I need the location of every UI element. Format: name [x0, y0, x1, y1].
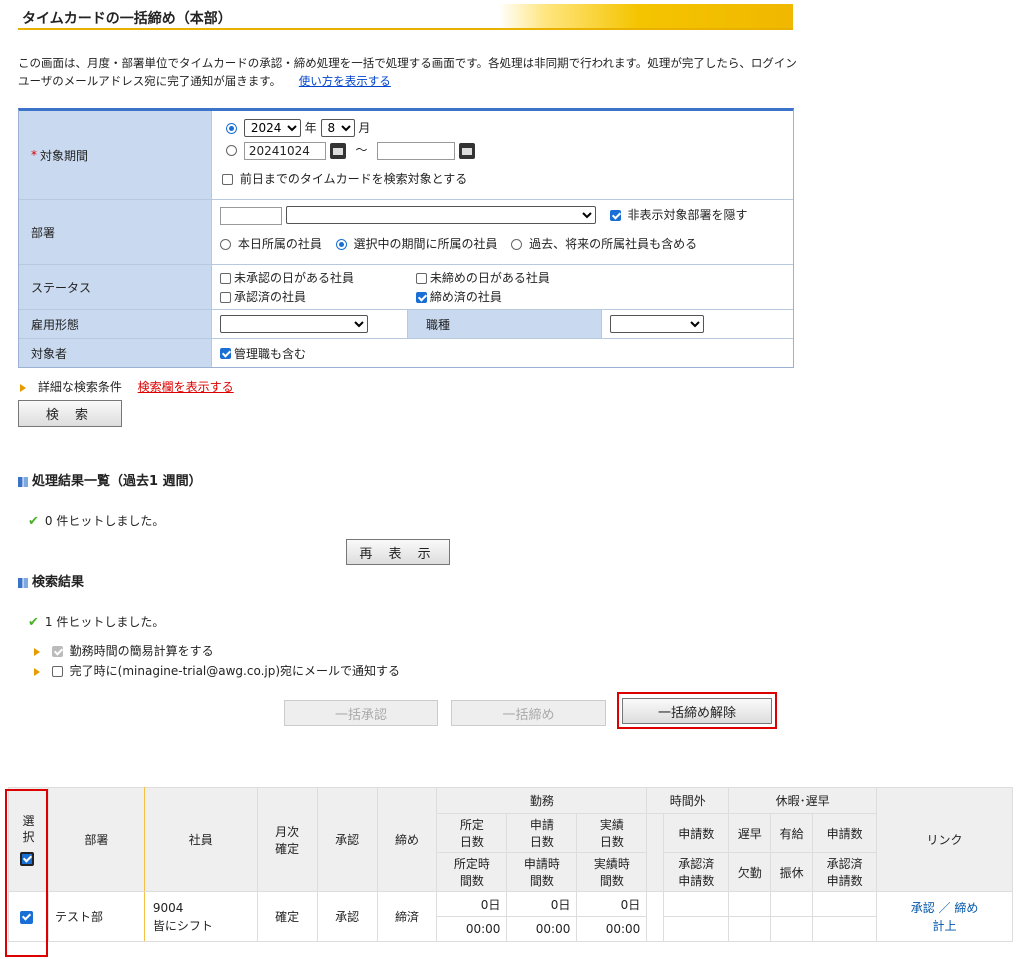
- date-from-input[interactable]: 20241024: [243, 141, 326, 160]
- status-approved-checkbox[interactable]: [220, 292, 231, 303]
- lv-approved-header: 承認済申請数: [812, 852, 878, 892]
- process-results-title: 処理結果一覧（過去1 週間）: [18, 470, 202, 489]
- bulk-unclose-button[interactable]: 一括締め解除: [622, 698, 772, 724]
- search-button[interactable]: 検 索: [18, 400, 122, 427]
- search-results-hits: ✔ 1 件ヒットしました。: [28, 615, 165, 630]
- late-header: 遅早: [728, 813, 772, 853]
- target-label: 対象者: [19, 339, 212, 367]
- process-results-hits: ✔ 0 件ヒットしました。: [28, 514, 165, 529]
- employee-header: 社員: [143, 787, 258, 892]
- section-icon: [18, 577, 28, 588]
- triangle-right-icon: [34, 667, 40, 676]
- calendar-icon[interactable]: [459, 142, 476, 159]
- substitute-header: 振休: [770, 852, 814, 892]
- year-select[interactable]: 2024: [243, 119, 301, 137]
- absence-header: 欠勤: [728, 852, 772, 892]
- simple-calc-checkbox[interactable]: [51, 646, 63, 657]
- select-column-highlight: [5, 789, 48, 957]
- approve-header: 承認: [316, 787, 378, 892]
- triangle-right-icon: [34, 647, 40, 656]
- work-header: 勤務: [436, 787, 648, 814]
- applied-days-header: 申請日数: [506, 813, 578, 853]
- table-row: テスト部 9004 皆にシフト 確定 承認 締済 0日 0日 0日 承認 ／ 締め…: [8, 891, 1013, 942]
- applied-hours-header: 申請時間数: [506, 852, 578, 892]
- results-table: 選択 部署 社員 月次確定 承認 締め 勤務 時間外 休暇･遅早 リンク 所定日…: [8, 787, 1013, 942]
- hide-department-checkbox[interactable]: [609, 210, 621, 221]
- bulk-close-button[interactable]: 一括締め: [451, 700, 606, 726]
- employment-label: 雇用形態: [19, 310, 212, 338]
- approve-link[interactable]: 承認: [911, 901, 935, 915]
- actual-days-header: 実績日数: [576, 813, 648, 853]
- close-header: 締め: [376, 787, 438, 892]
- help-link[interactable]: 使い方を表示する: [299, 74, 391, 88]
- department-label: 部署: [19, 200, 212, 264]
- show-search-fields-link[interactable]: 検索欄を表示する: [138, 380, 234, 394]
- ot-apps-header: 申請数: [663, 813, 730, 853]
- month-select[interactable]: 8: [320, 119, 355, 137]
- section-icon: [18, 476, 28, 487]
- redisplay-button[interactable]: 再 表 示: [346, 539, 450, 565]
- monthly-confirm-header: 月次確定: [256, 787, 318, 892]
- include-managers-checkbox[interactable]: [220, 347, 231, 359]
- period-month-radio[interactable]: [226, 123, 237, 134]
- job-select[interactable]: [610, 315, 704, 333]
- post-link[interactable]: 計上: [933, 919, 957, 933]
- link-header: リンク: [876, 787, 1013, 892]
- date-to-input[interactable]: [377, 141, 456, 160]
- notify-checkbox[interactable]: [51, 666, 63, 677]
- period-range-radio[interactable]: [226, 145, 237, 156]
- job-label: 職種: [407, 310, 602, 338]
- status-closed-checkbox[interactable]: [415, 292, 427, 303]
- page-title: タイムカードの一括締め（本部）: [22, 11, 232, 27]
- checkmark-icon: ✔: [28, 615, 39, 630]
- triangle-right-icon: [20, 383, 26, 392]
- notify-row: 完了時に(minagine-trial@awg.co.jp)宛にメールで通知する: [34, 662, 400, 679]
- dept-today-radio[interactable]: [220, 238, 231, 250]
- leave-header: 休暇･遅早: [728, 787, 878, 814]
- row-links: 承認 ／ 締め 計上: [876, 891, 1013, 942]
- close-link[interactable]: 締め: [954, 901, 978, 915]
- paid-header: 有給: [770, 813, 814, 853]
- dept-selected-radio[interactable]: [335, 238, 347, 250]
- employment-select[interactable]: [220, 315, 368, 333]
- department-select[interactable]: [285, 206, 596, 224]
- page-description: この画面は、月度・部署単位でタイムカードの承認・締め処理を一括で処理する画面です…: [18, 54, 798, 90]
- prev-day-checkbox[interactable]: [222, 173, 233, 185]
- status-label: ステータス: [19, 265, 212, 309]
- status-unclosed-checkbox[interactable]: [415, 273, 427, 284]
- overtime-header: 時間外: [646, 787, 730, 814]
- status-unapproved-checkbox[interactable]: [220, 273, 231, 284]
- checkmark-icon: ✔: [28, 514, 39, 529]
- dept-header: 部署: [47, 787, 145, 892]
- lv-apps-header: 申請数: [812, 813, 878, 853]
- search-form: * 対象期間 2024 年 8 月 20241024 ～ 前日までのタイムカード…: [18, 108, 794, 368]
- simple-calc-row: 勤務時間の簡易計算をする: [34, 642, 214, 659]
- department-code-input[interactable]: [220, 206, 282, 225]
- dept-all-radio[interactable]: [511, 238, 523, 250]
- search-results-title: 検索結果: [18, 571, 84, 590]
- period-label: * 対象期間: [19, 111, 212, 199]
- description-text: この画面は、月度・部署単位でタイムカードの承認・締め処理を一括で処理する画面です…: [18, 56, 797, 88]
- detail-search-row: 詳細な検索条件 検索欄を表示する: [20, 378, 234, 395]
- calendar-icon[interactable]: [329, 142, 346, 159]
- scheduled-days-header: 所定日数: [436, 813, 508, 853]
- page-header: タイムカードの一括締め（本部）: [18, 4, 793, 30]
- scheduled-hours-header: 所定時間数: [436, 852, 508, 892]
- bulk-approve-button[interactable]: 一括承認: [284, 700, 438, 726]
- ot-approved-header: 承認済申請数: [663, 852, 730, 892]
- actual-hours-header: 実績時間数: [576, 852, 648, 892]
